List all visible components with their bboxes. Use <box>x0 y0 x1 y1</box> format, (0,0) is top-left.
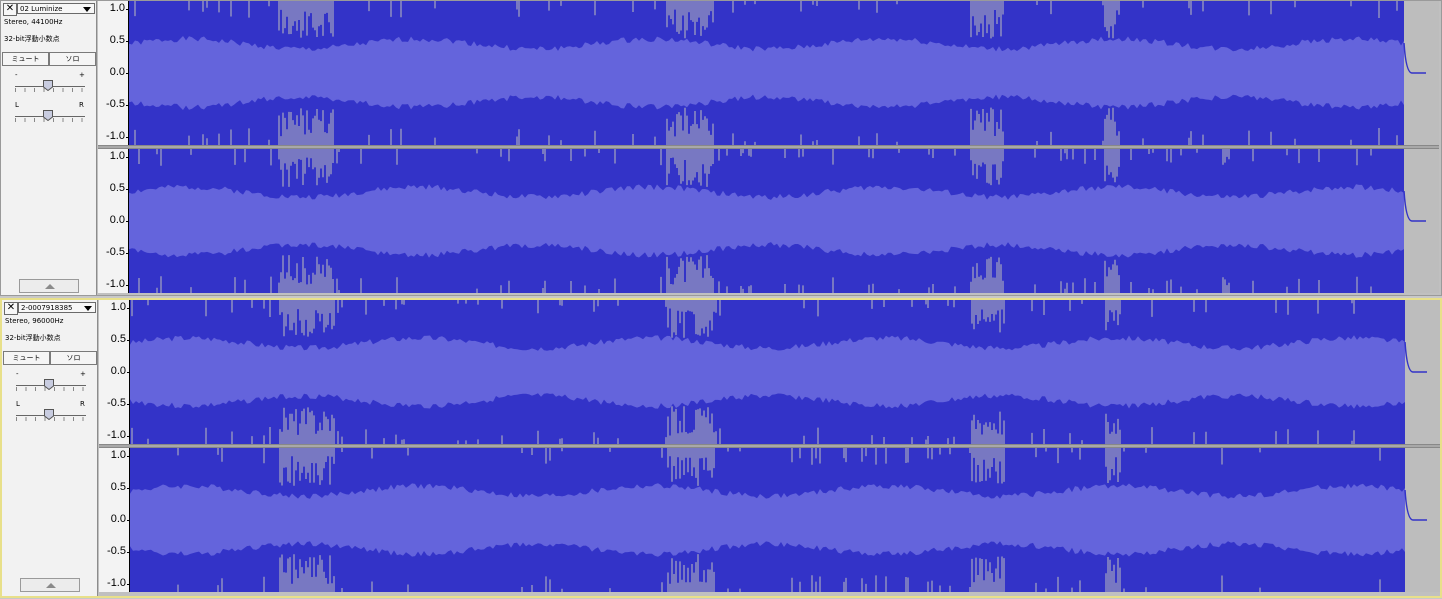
audio-track-1[interactable]: ✕ 02 Luminize Stereo, 44100Hz 32-bit浮動小数… <box>0 0 1442 296</box>
amplitude-label: 0.5 <box>110 481 126 493</box>
pan-left-label: L <box>16 400 20 408</box>
chevron-down-icon <box>83 7 91 12</box>
amplitude-label: 1.0 <box>109 2 125 14</box>
waveform-left-channel[interactable] <box>130 300 1440 444</box>
mute-button[interactable]: ミュート <box>2 52 49 66</box>
amplitude-label: -1.0 <box>107 429 126 441</box>
audio-track-2[interactable]: ✕ 2-0007918385 Stereo, 96000Hz 32-bit浮動小… <box>0 298 1442 598</box>
amplitude-label: 0.0 <box>110 513 126 525</box>
amplitude-label: -0.5 <box>106 98 125 110</box>
track-format-info: Stereo, 96000Hz <box>5 317 64 325</box>
amplitude-label: 0.0 <box>110 365 126 377</box>
amplitude-label: -1.0 <box>106 130 125 142</box>
pan-slider-thumb[interactable] <box>42 110 53 121</box>
gain-minus-label: - <box>16 370 19 378</box>
waveform-left-channel[interactable] <box>129 1 1439 145</box>
waveform-right-channel[interactable] <box>130 448 1440 592</box>
track-sample-format: 32-bit浮動小数点 <box>4 35 60 43</box>
amplitude-label: 0.5 <box>109 182 125 194</box>
amplitude-label: -0.5 <box>107 397 126 409</box>
amplitude-label: -0.5 <box>107 545 126 557</box>
track-control-panel[interactable]: ✕ 2-0007918385 Stereo, 96000Hz 32-bit浮動小… <box>2 300 98 596</box>
amplitude-label: 0.5 <box>109 34 125 46</box>
close-icon: ✕ <box>5 3 15 14</box>
gain-slider-thumb[interactable] <box>42 80 53 91</box>
close-icon: ✕ <box>6 302 16 313</box>
gain-slider-thumb[interactable] <box>43 379 54 390</box>
track-name-menu-button[interactable]: 2-0007918385 <box>18 302 96 313</box>
pan-slider-thumb[interactable] <box>43 409 54 420</box>
amplitude-label: -1.0 <box>107 577 126 589</box>
track-control-panel[interactable]: ✕ 02 Luminize Stereo, 44100Hz 32-bit浮動小数… <box>1 1 97 295</box>
collapse-track-button[interactable] <box>20 578 80 592</box>
track-name: 02 Luminize <box>20 5 63 13</box>
solo-button[interactable]: ソロ <box>49 52 96 66</box>
amplitude-label: 0.5 <box>110 333 126 345</box>
track-sample-format: 32-bit浮動小数点 <box>5 334 61 342</box>
gain-plus-label: + <box>79 71 85 79</box>
amplitude-label: 1.0 <box>109 150 125 162</box>
amplitude-ruler-left-channel: 1.0 0.5 0.0 -0.5 -1.0 <box>98 1 129 145</box>
pan-right-label: R <box>80 400 85 408</box>
amplitude-label: 1.0 <box>110 301 126 313</box>
amplitude-label: -0.5 <box>106 246 125 258</box>
close-track-button[interactable]: ✕ <box>3 3 17 16</box>
amplitude-label: 0.0 <box>109 214 125 226</box>
pan-right-label: R <box>79 101 84 109</box>
mute-button[interactable]: ミュート <box>3 351 50 365</box>
gain-plus-label: + <box>80 370 86 378</box>
collapse-track-button[interactable] <box>19 279 79 293</box>
collapse-up-icon <box>46 583 56 588</box>
close-track-button[interactable]: ✕ <box>4 302 18 315</box>
chevron-down-icon <box>84 306 92 311</box>
amplitude-ruler-left-channel: 1.0 0.5 0.0 -0.5 -1.0 <box>99 300 130 444</box>
amplitude-ruler-right-channel: 1.0 0.5 0.0 -0.5 -1.0 <box>99 448 130 592</box>
gain-minus-label: - <box>15 71 18 79</box>
amplitude-label: 1.0 <box>110 449 126 461</box>
amplitude-label: 0.0 <box>109 66 125 78</box>
track-format-info: Stereo, 44100Hz <box>4 18 63 26</box>
amplitude-label: -1.0 <box>106 278 125 290</box>
waveform-right-channel[interactable] <box>129 149 1439 293</box>
track-name-menu-button[interactable]: 02 Luminize <box>17 3 95 14</box>
solo-button[interactable]: ソロ <box>50 351 97 365</box>
pan-left-label: L <box>15 101 19 109</box>
amplitude-ruler-right-channel: 1.0 0.5 0.0 -0.5 -1.0 <box>98 149 129 293</box>
track-name: 2-0007918385 <box>21 304 73 312</box>
collapse-up-icon <box>45 284 55 289</box>
